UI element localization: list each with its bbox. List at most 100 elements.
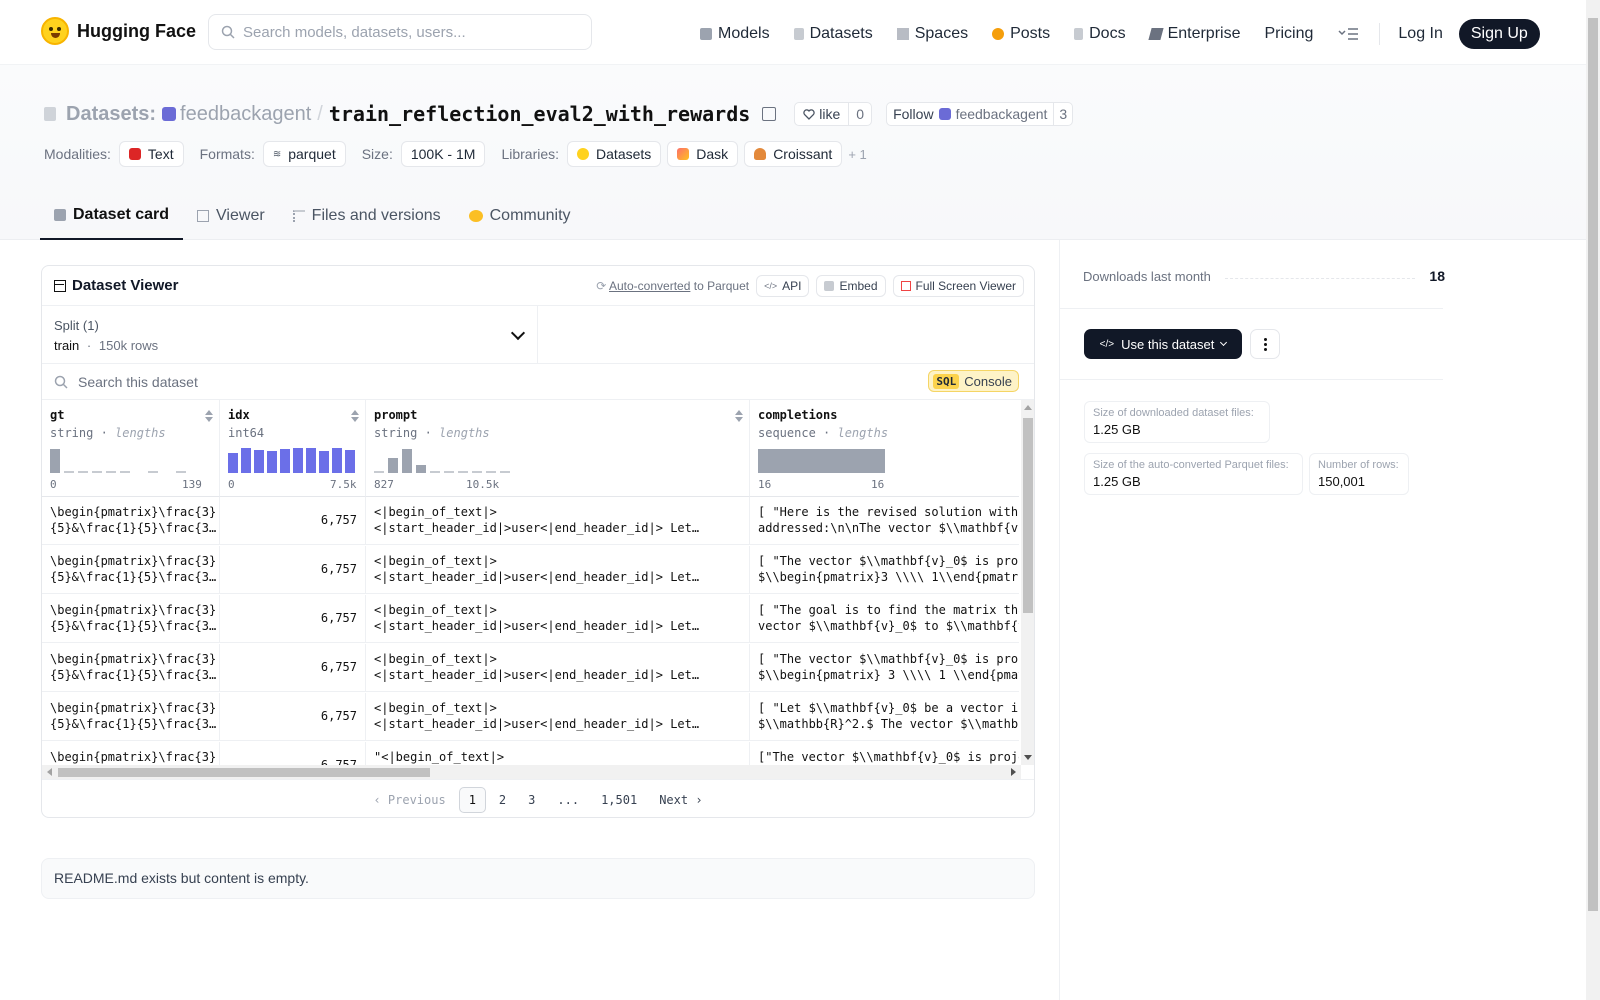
histogram-bar[interactable]	[120, 471, 130, 473]
scrollbar-thumb[interactable]	[58, 768, 430, 777]
column-header-idx[interactable]: idx int64 0 7.5k	[220, 400, 366, 497]
nav-models[interactable]: Models	[700, 25, 770, 43]
histogram-bar[interactable]	[228, 453, 238, 473]
tab-dataset-card[interactable]: Dataset card	[40, 192, 184, 240]
scroll-left-arrow-icon[interactable]	[47, 768, 52, 776]
tag-parquet[interactable]: ≋ parquet	[262, 141, 346, 167]
cell-completions[interactable]: [ "The goal is to find the matrix that t…	[750, 595, 1019, 643]
histogram-bar[interactable]	[50, 449, 60, 473]
sort-icon[interactable]	[735, 410, 743, 422]
histogram-bar[interactable]	[472, 471, 482, 473]
login-link[interactable]: Log In	[1398, 25, 1442, 43]
table-row[interactable]: \begin{pmatrix}\frac{3} {5}&\frac{1}{5}\…	[42, 693, 1019, 741]
signup-button[interactable]: Sign Up	[1458, 19, 1540, 49]
cell-completions[interactable]: [ "The vector $\\mathbf{v}_0$ is project…	[750, 644, 1019, 692]
page-button[interactable]: 2	[490, 788, 515, 812]
column-header-gt[interactable]: gt string · lengths 0 139	[42, 400, 220, 497]
tab-community[interactable]: Community	[455, 192, 585, 240]
dataset-search[interactable]: SQL Console	[42, 364, 1034, 400]
next-page-button[interactable]: Next ›	[650, 788, 711, 812]
histogram-bar[interactable]	[444, 471, 454, 473]
global-search[interactable]	[208, 14, 592, 50]
tag-dask[interactable]: Dask	[667, 141, 739, 167]
histogram-bar[interactable]	[148, 471, 158, 473]
table-row[interactable]: \begin{pmatrix}\frac{3} {5}&\frac{1}{5}\…	[42, 546, 1019, 594]
scroll-right-arrow-icon[interactable]	[1011, 768, 1016, 776]
table-row[interactable]: \begin{pmatrix}\frac{3} {5}&\frac{1}{5}\…	[42, 595, 1019, 643]
full-screen-button[interactable]: Full Screen Viewer	[892, 275, 1024, 297]
histogram-bar[interactable]	[319, 451, 329, 473]
nav-datasets[interactable]: Datasets	[793, 25, 873, 43]
page-button[interactable]: 3	[519, 788, 544, 812]
cell-completions[interactable]: ["The vector $\\mathbf{v}_0$ is projecte…	[750, 742, 1019, 765]
nav-docs[interactable]: Docs	[1074, 25, 1126, 43]
histogram-bar[interactable]	[241, 448, 251, 473]
table-row[interactable]: \begin{pmatrix}\frac{3} {5}&\frac{1}{5}\…	[42, 644, 1019, 692]
histogram-bar[interactable]	[78, 471, 88, 473]
cell-completions[interactable]: [ "Here is the revised solution with the…	[750, 497, 1019, 545]
cell-gt[interactable]: \begin{pmatrix}\frac{3} {5}&\frac{1}{5}\…	[42, 644, 220, 692]
follow-button[interactable]: Follow feedbackagent 3	[886, 102, 1074, 126]
like-button[interactable]: like 0	[794, 102, 873, 126]
histogram-bar[interactable]	[267, 451, 277, 473]
dataset-search-input[interactable]	[78, 373, 878, 390]
histogram-bar[interactable]	[486, 471, 496, 473]
column-header-completions[interactable]: completions sequence · lengths 16 16	[750, 400, 1019, 497]
embed-button[interactable]: Embed	[816, 275, 886, 297]
tab-viewer[interactable]: Viewer	[183, 192, 279, 240]
scroll-up-arrow-icon[interactable]	[1024, 405, 1032, 410]
cell-idx[interactable]: 6,757	[220, 595, 366, 643]
histogram-bar[interactable]	[345, 450, 355, 473]
histogram-bar[interactable]	[92, 471, 102, 473]
cell-gt[interactable]: \begin{pmatrix}\frac{3} {5}&\frac{1}{5}\…	[42, 497, 220, 545]
copy-icon[interactable]	[762, 107, 777, 121]
nav-enterprise[interactable]: Enterprise	[1147, 25, 1240, 43]
more-options-button[interactable]	[1250, 329, 1280, 359]
page-scrollbar[interactable]	[1586, 0, 1600, 1000]
histogram-bar[interactable]	[374, 471, 384, 473]
sort-icon[interactable]	[351, 410, 359, 422]
histogram-bar[interactable]	[388, 458, 398, 473]
tag-croissant[interactable]: Croissant	[744, 141, 843, 167]
cell-gt[interactable]: \begin{pmatrix}\frac{3}	[42, 742, 220, 765]
tag-size[interactable]: 100K - 1M	[400, 141, 486, 167]
tab-files[interactable]: Files and versions	[279, 192, 455, 240]
sql-console-button[interactable]: SQL Console	[928, 370, 1019, 392]
cell-idx[interactable]: 6,757	[220, 742, 366, 765]
nav-spaces[interactable]: Spaces	[896, 25, 968, 43]
cell-gt[interactable]: \begin{pmatrix}\frac{3} {5}&\frac{1}{5}\…	[42, 546, 220, 594]
split-selector[interactable]: Split (1) train · 150k rows	[42, 306, 538, 364]
cell-gt[interactable]: \begin{pmatrix}\frac{3} {5}&\frac{1}{5}\…	[42, 595, 220, 643]
cell-prompt[interactable]: "<|begin_of_text|>	[366, 742, 750, 765]
cell-prompt[interactable]: <|begin_of_text|> <|start_header_id|>use…	[366, 497, 750, 545]
breadcrumb-section[interactable]: Datasets:	[66, 103, 156, 126]
scrollbar-thumb[interactable]	[1588, 18, 1598, 911]
histogram-bar[interactable]	[332, 448, 342, 473]
nav-pricing[interactable]: Pricing	[1264, 25, 1313, 43]
page-button[interactable]: 1	[458, 786, 486, 813]
dataset-name[interactable]: train_reflection_eval2_with_rewards	[329, 102, 750, 126]
use-this-dataset-button[interactable]: </> Use this dataset	[1084, 329, 1242, 359]
histogram-bar[interactable]	[458, 471, 468, 473]
breadcrumb-owner[interactable]: feedbackagent	[162, 103, 311, 126]
cell-prompt[interactable]: <|begin_of_text|> <|start_header_id|>use…	[366, 595, 750, 643]
column-header-prompt[interactable]: prompt string · lengths 827 10.5k	[366, 400, 750, 497]
api-button[interactable]: </> API	[756, 275, 810, 297]
scroll-down-arrow-icon[interactable]	[1024, 755, 1032, 760]
cell-gt[interactable]: \begin{pmatrix}\frac{3} {5}&\frac{1}{5}\…	[42, 693, 220, 741]
table-horizontal-scrollbar[interactable]	[42, 765, 1021, 779]
sort-icon[interactable]	[205, 410, 213, 422]
cell-prompt[interactable]: <|begin_of_text|> <|start_header_id|>use…	[366, 693, 750, 741]
histogram-bar[interactable]	[500, 471, 510, 473]
more-menu-icon[interactable]	[1337, 26, 1359, 42]
histogram-bar[interactable]	[306, 448, 316, 473]
table-row[interactable]: \begin{pmatrix}\frac{3} 6,757 "<|begin_o…	[42, 742, 1019, 765]
histogram-bar[interactable]	[416, 465, 426, 473]
nav-posts[interactable]: Posts	[992, 25, 1050, 43]
scrollbar-thumb[interactable]	[1023, 418, 1033, 613]
cell-idx[interactable]: 6,757	[220, 497, 366, 545]
table-vertical-scrollbar[interactable]	[1021, 400, 1034, 765]
hf-logo-link[interactable]: Hugging Face	[41, 17, 196, 45]
cell-prompt[interactable]: <|begin_of_text|> <|start_header_id|>use…	[366, 546, 750, 594]
cell-idx[interactable]: 6,757	[220, 693, 366, 741]
